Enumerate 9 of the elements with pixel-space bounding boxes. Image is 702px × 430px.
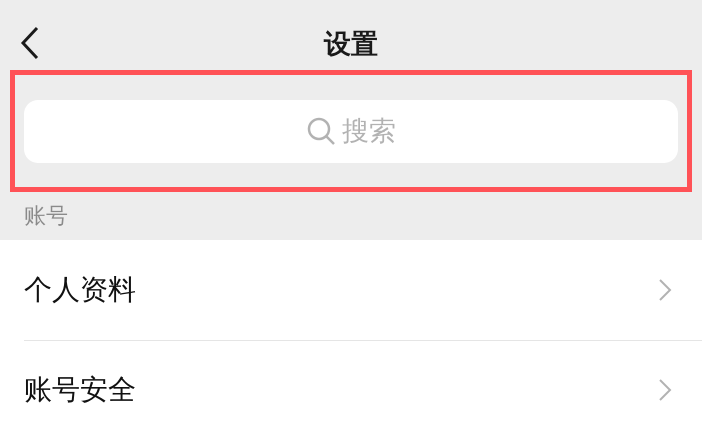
back-icon[interactable]	[20, 26, 40, 60]
search-icon	[306, 116, 336, 146]
search-placeholder: 搜索	[342, 115, 396, 149]
section-header: 账号	[23, 203, 69, 231]
page-title: 设置	[324, 28, 378, 62]
settings-item[interactable]: 个人资料	[24, 271, 658, 309]
chevron-icon	[658, 278, 672, 302]
settings-item[interactable]: 账号安全	[24, 371, 658, 409]
chevron-icon	[658, 378, 672, 402]
